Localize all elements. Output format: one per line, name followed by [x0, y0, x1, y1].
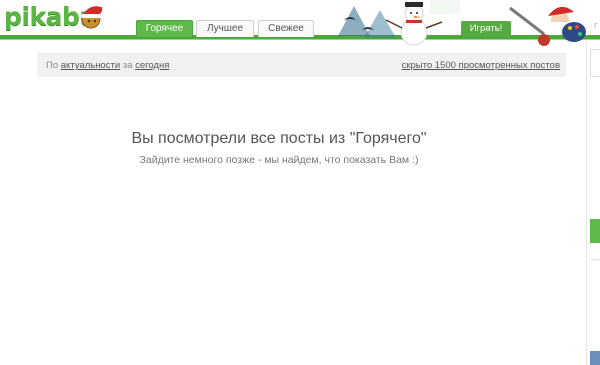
empty-feed-subtitle: Зайдите немного позже - мы найдем, что п… [139, 154, 419, 166]
period-link[interactable]: сегодня [135, 60, 169, 71]
sort-link[interactable]: актуальности [61, 60, 120, 71]
empty-feed-title: Вы посмотрели все посты из "Горячего" [131, 130, 427, 147]
header: pikabu Горячее Лучшее Свежее Играть! [0, 0, 600, 46]
santa-hat-icon [81, 6, 108, 29]
filter-bar: По актуальности за сегодня скрыто 1500 п… [37, 53, 566, 77]
sidebar-green-button[interactable] [590, 219, 600, 243]
hidden-posts-link[interactable]: скрыто 1500 просмотренных постов [402, 54, 560, 78]
filter-description: По актуальности за сегодня [46, 54, 169, 78]
tab-best[interactable]: Лучшее [196, 20, 254, 37]
palette-icon [562, 22, 586, 42]
filter-middle: за [122, 60, 133, 71]
play-button[interactable]: Играть! [461, 21, 511, 37]
holiday-decoration [338, 0, 586, 46]
tab-fresh[interactable]: Свежее [258, 20, 314, 37]
sidebar-search-input[interactable] [590, 49, 600, 77]
avatar[interactable] [590, 351, 600, 365]
right-sidebar-label: г [594, 20, 598, 30]
right-sidebar [586, 42, 600, 365]
filter-prefix: По [46, 60, 59, 71]
sidebar-divider [590, 259, 600, 260]
tab-hot[interactable]: Горячее [136, 20, 193, 37]
snowman-icon [338, 2, 443, 46]
logo[interactable]: pikabu [4, 2, 108, 32]
